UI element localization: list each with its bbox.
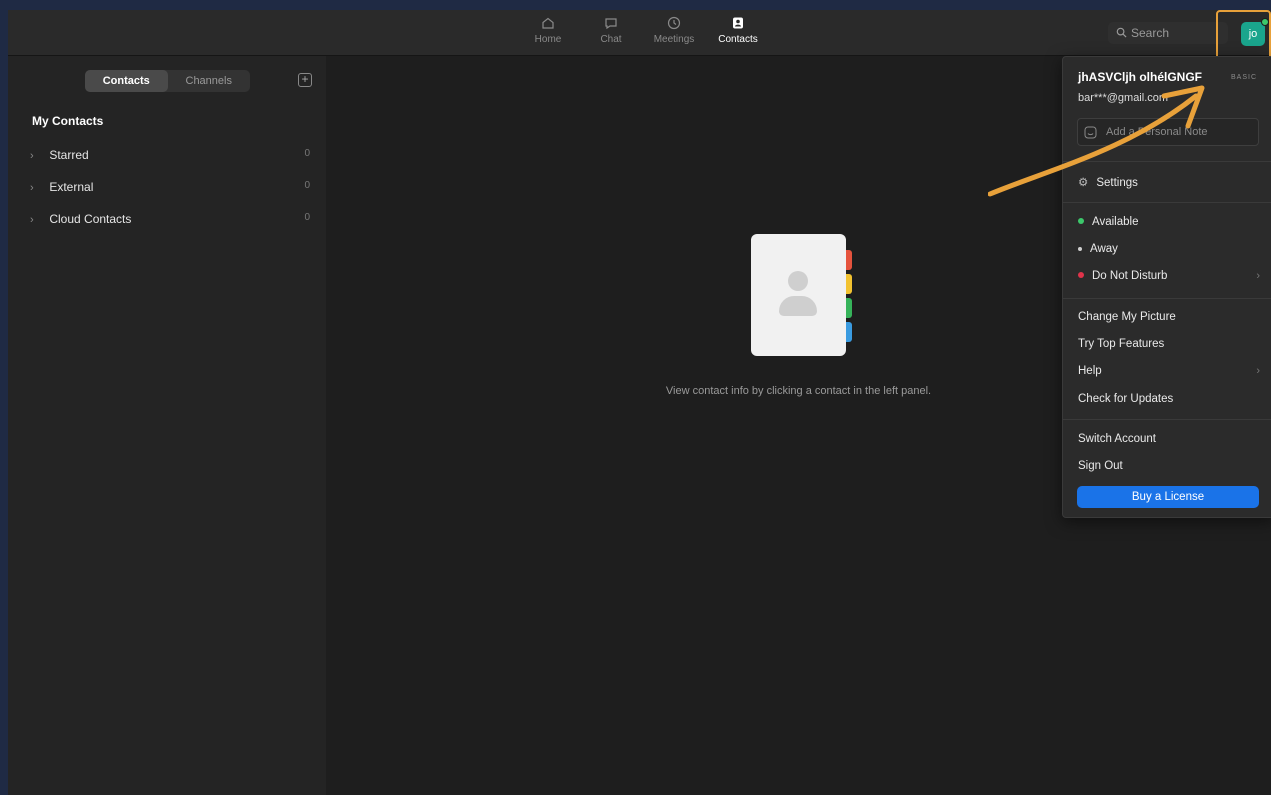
divider	[1063, 298, 1271, 299]
group-label: External	[49, 180, 94, 194]
search-icon	[1116, 27, 1127, 38]
annotation-arrow	[988, 85, 1205, 197]
buy-license-button[interactable]: Buy a License	[1077, 486, 1259, 508]
tab-contacts-label: Contacts	[718, 34, 758, 45]
status-label: Do Not Disturb	[1092, 270, 1168, 282]
tab-meetings-label: Meetings	[653, 34, 695, 45]
clock-icon	[644, 16, 704, 34]
group-label: Cloud Contacts	[49, 212, 132, 226]
tab-meetings[interactable]: Meetings	[644, 16, 704, 45]
main-nav: Home Chat Meetings Contacts	[8, 10, 1271, 56]
add-contact-button[interactable]: +	[298, 73, 312, 87]
menu-check-for-updates[interactable]: Check for Updates	[1078, 393, 1260, 405]
tab-home-label: Home	[534, 34, 562, 45]
segment-contacts[interactable]: Contacts	[85, 70, 168, 92]
tab-contacts[interactable]: Contacts	[708, 16, 768, 45]
status-dot	[1078, 272, 1084, 278]
contacts-icon	[708, 16, 768, 34]
book-cover	[751, 234, 846, 356]
group-cloud-contacts[interactable]: › Cloud Contacts 0	[30, 212, 320, 232]
group-count: 0	[304, 212, 310, 223]
chat-icon	[581, 16, 641, 34]
avatar-initials: jo	[1248, 28, 1258, 40]
contacts-sidebar: Contacts Channels + My Contacts › Starre…	[8, 56, 326, 795]
person-body	[779, 296, 817, 316]
person-head	[788, 271, 808, 291]
tab-chat[interactable]: Chat	[581, 16, 641, 45]
menu-sign-out[interactable]: Sign Out	[1078, 460, 1260, 472]
chevron-right-icon: ›	[1256, 365, 1260, 377]
menu-try-top-features[interactable]: Try Top Features	[1078, 338, 1260, 350]
presence-dot	[1261, 18, 1269, 26]
group-count: 0	[304, 180, 310, 191]
chevron-right-icon: ›	[30, 150, 34, 162]
menu-switch-account[interactable]: Switch Account	[1078, 433, 1260, 445]
menu-help[interactable]: Help ›	[1078, 365, 1260, 377]
top-bar: Home Chat Meetings Contacts Search	[8, 10, 1271, 56]
avatar[interactable]: jo	[1241, 18, 1269, 46]
menu-change-my-picture[interactable]: Change My Picture	[1078, 311, 1260, 323]
segment-channels[interactable]: Channels	[168, 70, 251, 92]
plan-badge: BASIC	[1231, 74, 1258, 81]
contact-book-illustration	[751, 234, 852, 356]
tab-chat-label: Chat	[600, 34, 622, 45]
chevron-right-icon: ›	[30, 182, 34, 194]
status-label: Away	[1090, 243, 1118, 255]
app-window: Home Chat Meetings Contacts Search jo Co…	[8, 10, 1271, 795]
search-input[interactable]: Search	[1108, 22, 1228, 44]
group-count: 0	[304, 148, 310, 159]
divider	[1063, 419, 1271, 420]
my-contacts-heading: My Contacts	[32, 114, 104, 128]
chevron-right-icon: ›	[1256, 270, 1260, 282]
contacts-channels-toggle: Contacts Channels	[85, 70, 250, 92]
group-label: Starred	[49, 148, 89, 162]
status-do-not-disturb[interactable]: Do Not Disturb ›	[1078, 270, 1260, 282]
status-away[interactable]: Away	[1078, 243, 1260, 255]
home-icon	[518, 16, 578, 34]
menu-help-label: Help	[1078, 365, 1102, 377]
tab-home[interactable]: Home	[518, 16, 578, 45]
group-starred[interactable]: › Starred 0	[30, 148, 320, 168]
search-placeholder: Search	[1131, 26, 1170, 40]
group-external[interactable]: › External 0	[30, 180, 320, 200]
status-dot	[1078, 247, 1082, 251]
chevron-right-icon: ›	[30, 214, 34, 226]
